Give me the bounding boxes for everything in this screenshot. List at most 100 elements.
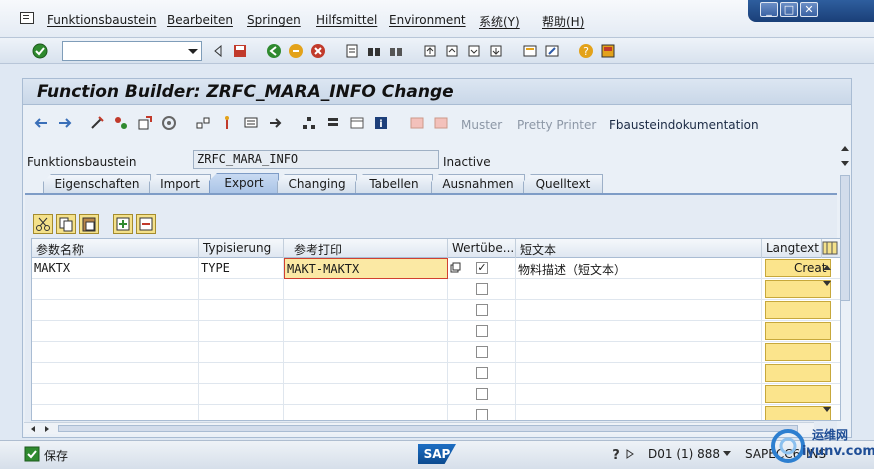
next-page-icon[interactable]	[466, 43, 482, 59]
tab-changing[interactable]: Changing	[277, 174, 357, 193]
pass-value-checkbox[interactable]	[476, 346, 488, 358]
activate-icon[interactable]	[137, 115, 153, 131]
cell-typing[interactable]	[199, 384, 284, 405]
menu-help[interactable]: 帮助(H)	[542, 13, 584, 30]
test-icon[interactable]	[161, 115, 177, 131]
cell-short-text[interactable]	[516, 300, 762, 321]
cell-reference-type[interactable]: MAKT-MAKTX	[284, 258, 448, 279]
cell-reference-type[interactable]	[284, 321, 448, 342]
cell-typing[interactable]	[199, 363, 284, 384]
cut-button[interactable]	[33, 214, 53, 234]
save-icon[interactable]	[232, 43, 248, 59]
where-used-icon[interactable]	[195, 115, 211, 131]
scroll-up-icon[interactable]	[839, 143, 851, 153]
table-row[interactable]	[32, 405, 840, 420]
system-dropdown-icon[interactable]	[722, 450, 732, 458]
column-header-short-text[interactable]: 短文本	[516, 239, 762, 258]
menu-springen[interactable]: Springen	[247, 13, 301, 27]
cell-parameter-name[interactable]	[32, 321, 199, 342]
arrow-left-icon[interactable]	[33, 115, 49, 131]
save-checkbox-icon[interactable]	[24, 446, 40, 462]
minimize-button[interactable]: _	[760, 2, 778, 17]
command-field[interactable]	[62, 41, 202, 61]
grid-scroll-bottom-icon[interactable]	[821, 405, 833, 415]
pass-value-checkbox[interactable]: ✓	[476, 262, 488, 274]
vertical-scrollbar[interactable]	[840, 175, 850, 301]
long-text-button[interactable]	[765, 322, 831, 340]
table-settings-icon[interactable]	[822, 240, 838, 256]
long-text-button[interactable]	[765, 343, 831, 361]
cell-parameter-name[interactable]	[32, 363, 199, 384]
scroll-down-icon[interactable]	[839, 159, 851, 169]
first-page-icon[interactable]	[422, 43, 438, 59]
cancel-icon[interactable]	[310, 43, 326, 59]
system-menu-icon[interactable]	[20, 12, 34, 24]
tab-ausnahmen[interactable]: Ausnahmen	[431, 174, 525, 193]
function-module-field[interactable]: ZRFC_MARA_INFO	[193, 150, 439, 169]
column-header-typing[interactable]: Typisierung	[199, 239, 284, 258]
table-row[interactable]	[32, 321, 840, 342]
cell-short-text[interactable]	[516, 363, 762, 384]
horizontal-scroll-thumb[interactable]	[58, 425, 798, 432]
screen-icon[interactable]	[243, 115, 259, 131]
cell-typing[interactable]	[199, 342, 284, 363]
status-help-icon[interactable]: ?	[610, 446, 622, 462]
previous-page-icon[interactable]	[444, 43, 460, 59]
cell-typing[interactable]	[199, 405, 284, 420]
close-button[interactable]: ✕	[800, 2, 818, 17]
documentation-button[interactable]: Fbausteindokumentation	[609, 118, 759, 132]
tab-tabellen[interactable]: Tabellen	[355, 174, 433, 193]
menu-bearbeiten[interactable]: Bearbeiten	[167, 13, 233, 27]
pass-value-checkbox[interactable]	[476, 325, 488, 337]
cell-reference-type[interactable]	[284, 363, 448, 384]
column-header-long-text[interactable]: Langtext	[762, 239, 822, 258]
menu-system[interactable]: 系统(Y)	[479, 13, 520, 30]
help-icon[interactable]: ?	[578, 43, 594, 59]
cell-reference-type[interactable]	[284, 279, 448, 300]
pretty-printer-button[interactable]: Pretty Printer	[517, 118, 596, 132]
display-change-icon[interactable]	[89, 115, 105, 131]
find-next-icon[interactable]	[388, 43, 404, 59]
cell-short-text[interactable]	[516, 279, 762, 300]
long-text-button[interactable]	[765, 301, 831, 319]
pass-value-checkbox[interactable]	[476, 388, 488, 400]
cell-parameter-name[interactable]	[32, 279, 199, 300]
menu-hilfsmittel[interactable]: Hilfsmittel	[316, 13, 377, 27]
cell-short-text[interactable]	[516, 321, 762, 342]
grid-scroll-down-icon[interactable]	[821, 279, 833, 289]
last-page-icon[interactable]	[488, 43, 504, 59]
grid-scroll-up-icon[interactable]	[821, 262, 833, 272]
delete-row-button[interactable]	[136, 214, 156, 234]
table-row[interactable]	[32, 300, 840, 321]
pass-value-checkbox[interactable]	[476, 367, 488, 379]
breakpoint-icon[interactable]	[219, 115, 235, 131]
hierarchy-icon[interactable]	[301, 115, 317, 131]
menu-environment[interactable]: Environment	[389, 13, 466, 27]
table-row[interactable]	[32, 342, 840, 363]
cell-short-text[interactable]	[516, 405, 762, 420]
back-icon[interactable]	[266, 43, 282, 59]
tab-import[interactable]: Import	[149, 174, 211, 193]
chevron-down-icon[interactable]	[188, 49, 198, 54]
cell-typing[interactable]	[199, 300, 284, 321]
exit-icon[interactable]	[288, 43, 304, 59]
cell-typing[interactable]	[199, 321, 284, 342]
cell-reference-type[interactable]	[284, 300, 448, 321]
scroll-right-icon[interactable]	[42, 424, 52, 434]
customize-layout-icon[interactable]	[600, 43, 616, 59]
new-session-icon[interactable]	[522, 43, 538, 59]
cell-reference-type[interactable]	[284, 405, 448, 420]
long-text-button[interactable]	[765, 385, 831, 403]
muster-button[interactable]: Muster	[461, 118, 502, 132]
table-row[interactable]	[32, 279, 840, 300]
cell-reference-type[interactable]	[284, 384, 448, 405]
navigate-icon[interactable]	[267, 115, 283, 131]
cell-typing[interactable]: TYPE	[199, 258, 284, 279]
cell-typing[interactable]	[199, 279, 284, 300]
tab-export[interactable]: Export	[209, 173, 279, 194]
arrow-right-icon[interactable]	[57, 115, 73, 131]
back-arrow-icon[interactable]	[210, 43, 226, 59]
cell-parameter-name[interactable]: MAKTX	[32, 258, 199, 279]
long-text-button[interactable]	[765, 364, 831, 382]
copy-button[interactable]	[56, 214, 76, 234]
